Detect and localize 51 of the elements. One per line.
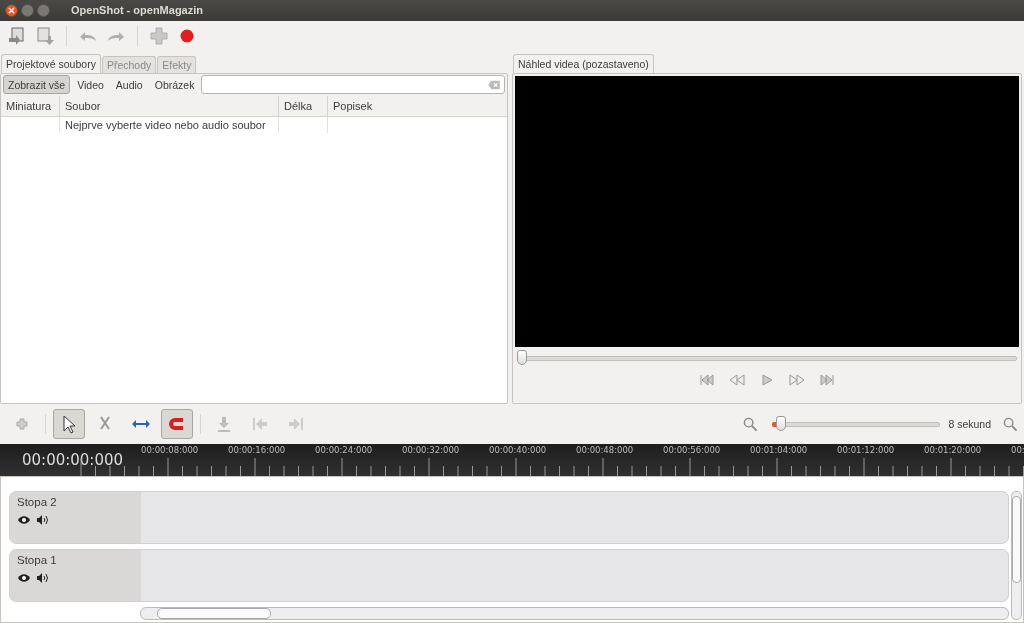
column-header[interactable]: Soubor — [60, 95, 279, 116]
column-header[interactable]: Miniatura — [1, 95, 60, 116]
search-field[interactable] — [201, 75, 505, 95]
zoom-slider[interactable] — [772, 416, 941, 433]
speaker-icon[interactable] — [36, 573, 50, 583]
tab[interactable]: Projektové soubory — [1, 53, 101, 73]
seek-slider[interactable] — [517, 349, 1017, 366]
time-label: 00:00:32:000 — [402, 445, 460, 456]
vertical-scrollbar[interactable] — [1011, 491, 1022, 620]
track-name: Stopa 1 — [17, 554, 57, 566]
time-label: 00:00:24:000 — [315, 445, 373, 456]
zoom-reading: 8 sekund — [948, 418, 991, 431]
table-cell: Nejprve vyberte video nebo audio soubor — [65, 118, 266, 131]
zoom-out-icon[interactable] — [743, 416, 759, 432]
tab[interactable]: Náhled videa (pozastaveno) — [513, 53, 654, 73]
current-time: 00:00:00:000 — [22, 451, 124, 470]
eye-icon[interactable] — [17, 515, 31, 525]
time-label: 00:00:08:000 — [141, 445, 199, 456]
skip-back-icon[interactable] — [699, 373, 715, 386]
import-icon[interactable] — [7, 26, 27, 47]
time-label: 00:00:48:000 — [576, 445, 634, 456]
fast-forward-icon[interactable] — [789, 373, 805, 386]
play-icon[interactable] — [759, 373, 775, 386]
time-label: 00:01:20:000 — [924, 445, 982, 456]
zoom-in-icon[interactable] — [1003, 416, 1018, 432]
close-icon[interactable] — [5, 3, 18, 17]
speaker-icon[interactable] — [36, 515, 50, 525]
filter-button[interactable]: Obrázek — [149, 75, 200, 95]
eye-icon[interactable] — [17, 573, 31, 583]
horizontal-scrollbar[interactable] — [140, 607, 1009, 620]
time-label: 00:00:56:000 — [663, 445, 721, 456]
time-label: 00:01:12:000 — [837, 445, 895, 456]
time-label: 00:00:40:000 — [489, 445, 547, 456]
time-label: 00:01:04:000 — [750, 445, 808, 456]
skip-forward-icon[interactable] — [819, 373, 835, 386]
slider-thumb[interactable] — [517, 349, 527, 365]
filter-button[interactable]: Zobrazit vše — [3, 75, 71, 95]
rewind-icon[interactable] — [729, 373, 745, 386]
time-label: 00:00:16:000 — [228, 445, 286, 456]
clear-icon[interactable] — [487, 79, 501, 90]
filter-button[interactable]: Video — [72, 75, 109, 95]
slider-thumb[interactable] — [775, 416, 786, 432]
magnet-button[interactable] — [161, 409, 193, 440]
filter-button[interactable]: Audio — [110, 75, 148, 95]
pointer-button[interactable] — [53, 409, 85, 440]
track-name: Stopa 2 — [17, 496, 57, 508]
window-title: OpenShot - openMagazin — [71, 4, 203, 17]
maximize-icon[interactable] — [37, 3, 50, 17]
time-label: 00: — [1011, 445, 1024, 456]
column-header[interactable]: Popisek — [328, 95, 507, 116]
column-header[interactable]: Délka — [279, 95, 328, 116]
